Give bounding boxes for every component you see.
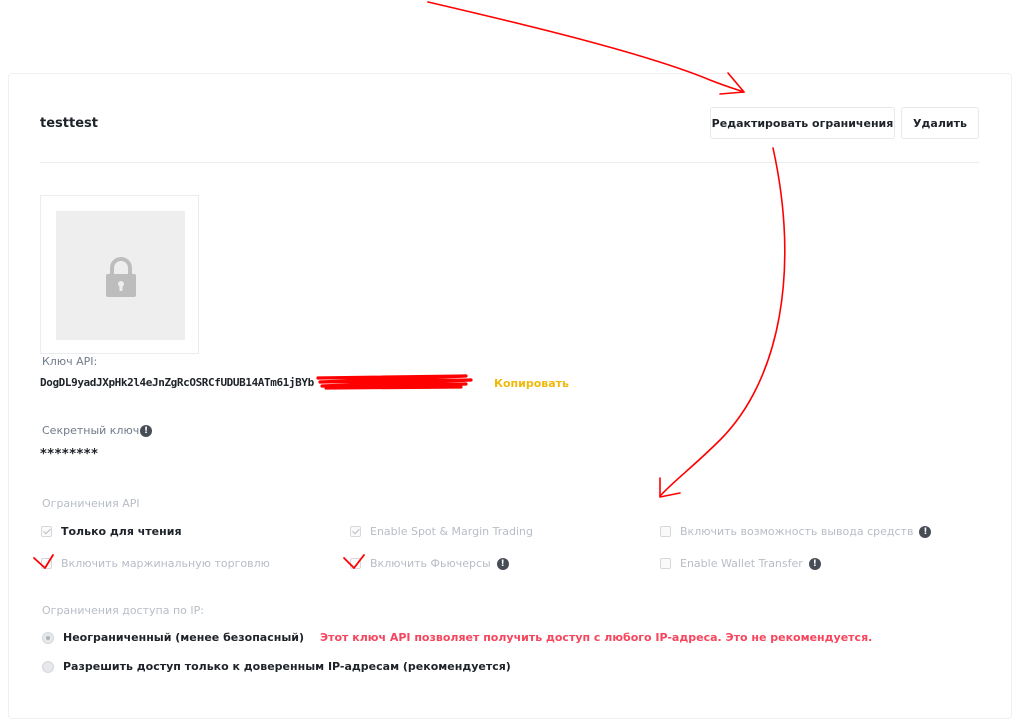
unrestricted-label: Неограниченный (менее безопасный) xyxy=(63,631,305,644)
wallet-transfer-label: Enable Wallet Transfer xyxy=(680,557,803,570)
option-margin: Включить маржинальную торговлю xyxy=(41,557,270,570)
option-read-only: Только для чтения xyxy=(41,525,182,538)
redaction-scribble xyxy=(316,374,473,390)
header-divider xyxy=(40,162,979,163)
option-spot-margin: Enable Spot & Margin Trading xyxy=(350,525,533,538)
wallet-transfer-checkbox[interactable] xyxy=(660,558,671,569)
unrestricted-warning: Этот ключ API позволяет получить доступ … xyxy=(320,631,873,644)
option-futures: Включить Фьючерсы ! xyxy=(350,557,509,570)
margin-checkbox[interactable] xyxy=(41,558,52,569)
lock-icon xyxy=(106,257,136,297)
copy-api-key-link[interactable]: Копировать xyxy=(494,377,569,390)
delete-button[interactable]: Удалить xyxy=(901,107,979,139)
info-icon[interactable]: ! xyxy=(919,525,932,538)
trusted-label: Разрешить доступ только к доверенным IP-… xyxy=(63,660,511,673)
unrestricted-radio[interactable] xyxy=(42,631,54,644)
ip-unrestricted-option: Неограниченный (менее безопасный) Этот к… xyxy=(42,631,872,644)
info-icon[interactable]: ! xyxy=(496,557,509,570)
spot-margin-label: Enable Spot & Margin Trading xyxy=(370,525,533,538)
trusted-radio[interactable] xyxy=(42,660,54,673)
futures-checkbox[interactable] xyxy=(350,558,361,569)
withdrawals-checkbox[interactable] xyxy=(660,526,671,537)
info-icon[interactable]: ! xyxy=(140,425,152,437)
edit-restrictions-button[interactable]: Редактировать ограничения xyxy=(710,107,895,139)
secret-key-label: Секретный ключ: xyxy=(42,424,143,437)
api-key-card xyxy=(8,73,1012,719)
option-wallet-transfer: Enable Wallet Transfer ! xyxy=(660,557,821,570)
margin-label: Включить маржинальную торговлю xyxy=(61,557,270,570)
secret-key-value: ******** xyxy=(40,447,99,462)
read-only-label: Только для чтения xyxy=(61,525,182,538)
qr-placeholder xyxy=(56,211,185,340)
withdrawals-label: Включить возможность вывода средств xyxy=(680,525,914,538)
read-only-checkbox[interactable] xyxy=(41,526,52,537)
option-withdrawals: Включить возможность вывода средств ! xyxy=(660,525,932,538)
api-key-label: Ключ API: xyxy=(42,355,98,368)
ip-trusted-option: Разрешить доступ только к доверенным IP-… xyxy=(42,660,511,673)
info-icon[interactable]: ! xyxy=(808,557,821,570)
spot-margin-checkbox[interactable] xyxy=(350,526,361,537)
api-key-name: testtest xyxy=(40,116,98,131)
qr-code-box xyxy=(40,195,199,354)
api-key-value: DogDL9yadJXpHk2l4eJnZgRcOSRCfUDUB14ATm61… xyxy=(40,376,314,389)
ip-restrictions-label: Ограничения доступа по IP: xyxy=(42,604,204,617)
api-restrictions-label: Ограничения API xyxy=(42,497,140,510)
page: testtest Редактировать ограничения Удали… xyxy=(0,0,1024,728)
futures-label: Включить Фьючерсы xyxy=(370,557,491,570)
